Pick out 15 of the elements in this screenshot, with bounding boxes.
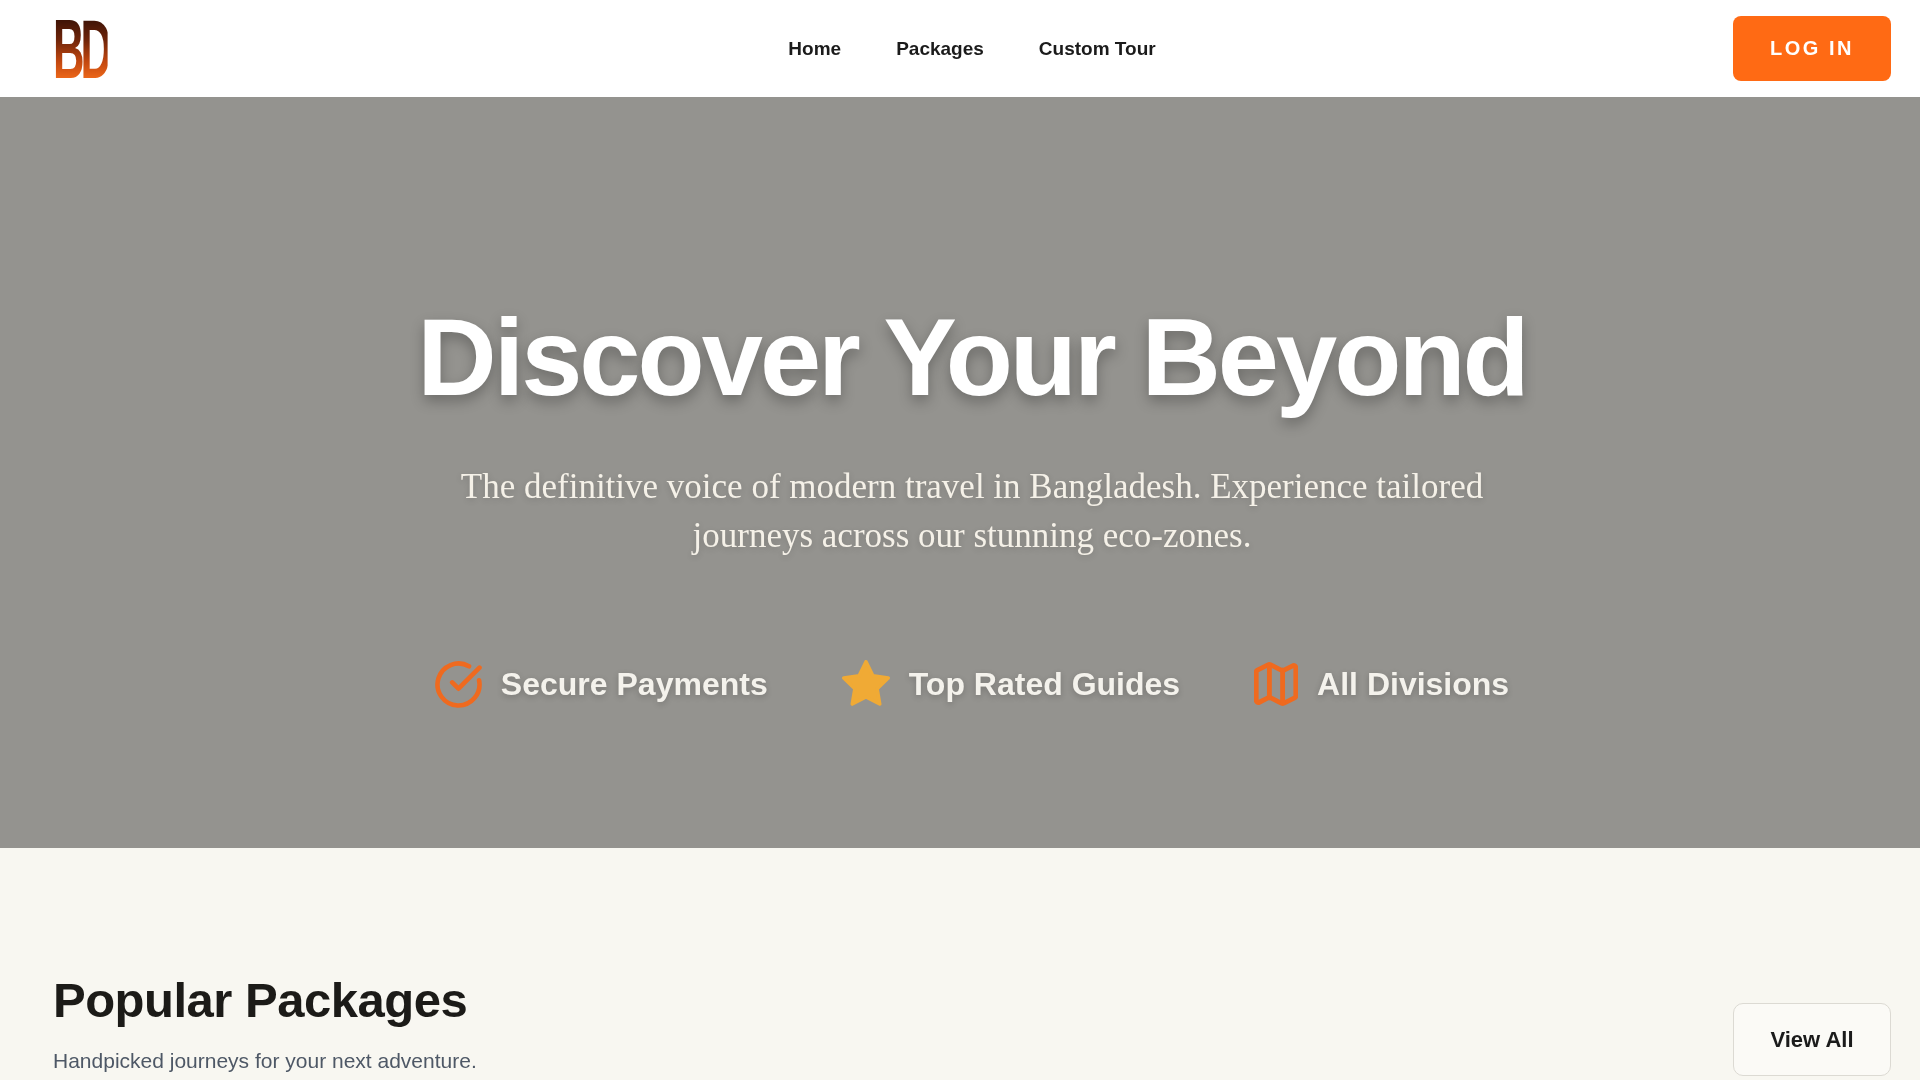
check-circle-icon	[434, 660, 482, 708]
feature-label: All Divisions	[1317, 665, 1510, 703]
nav-link[interactable]: Custom Tour	[1038, 37, 1156, 60]
hero-title: Discover Your Beyond	[417, 296, 1527, 417]
hero-subtitle: The definitive voice of modern travel in Bangladesh. Experience tailored journeys across our stunning eco-zones.	[459, 466, 1485, 557]
nav-link[interactable]: Home	[788, 37, 842, 60]
view-all-button[interactable]: View All	[1733, 1003, 1891, 1076]
feature-label: Top Rated Guides	[908, 665, 1181, 703]
section-subtitle: Handpicked journeys for your next adventure.	[53, 1048, 477, 1074]
nav-link[interactable]: Packages	[896, 37, 984, 60]
star-icon	[841, 660, 890, 708]
map-icon	[1254, 661, 1299, 707]
brand-logo[interactable]: BD	[53, 17, 108, 80]
section-title: Popular Packages	[53, 972, 469, 1029]
feature-label: Secure Payments	[500, 665, 768, 703]
